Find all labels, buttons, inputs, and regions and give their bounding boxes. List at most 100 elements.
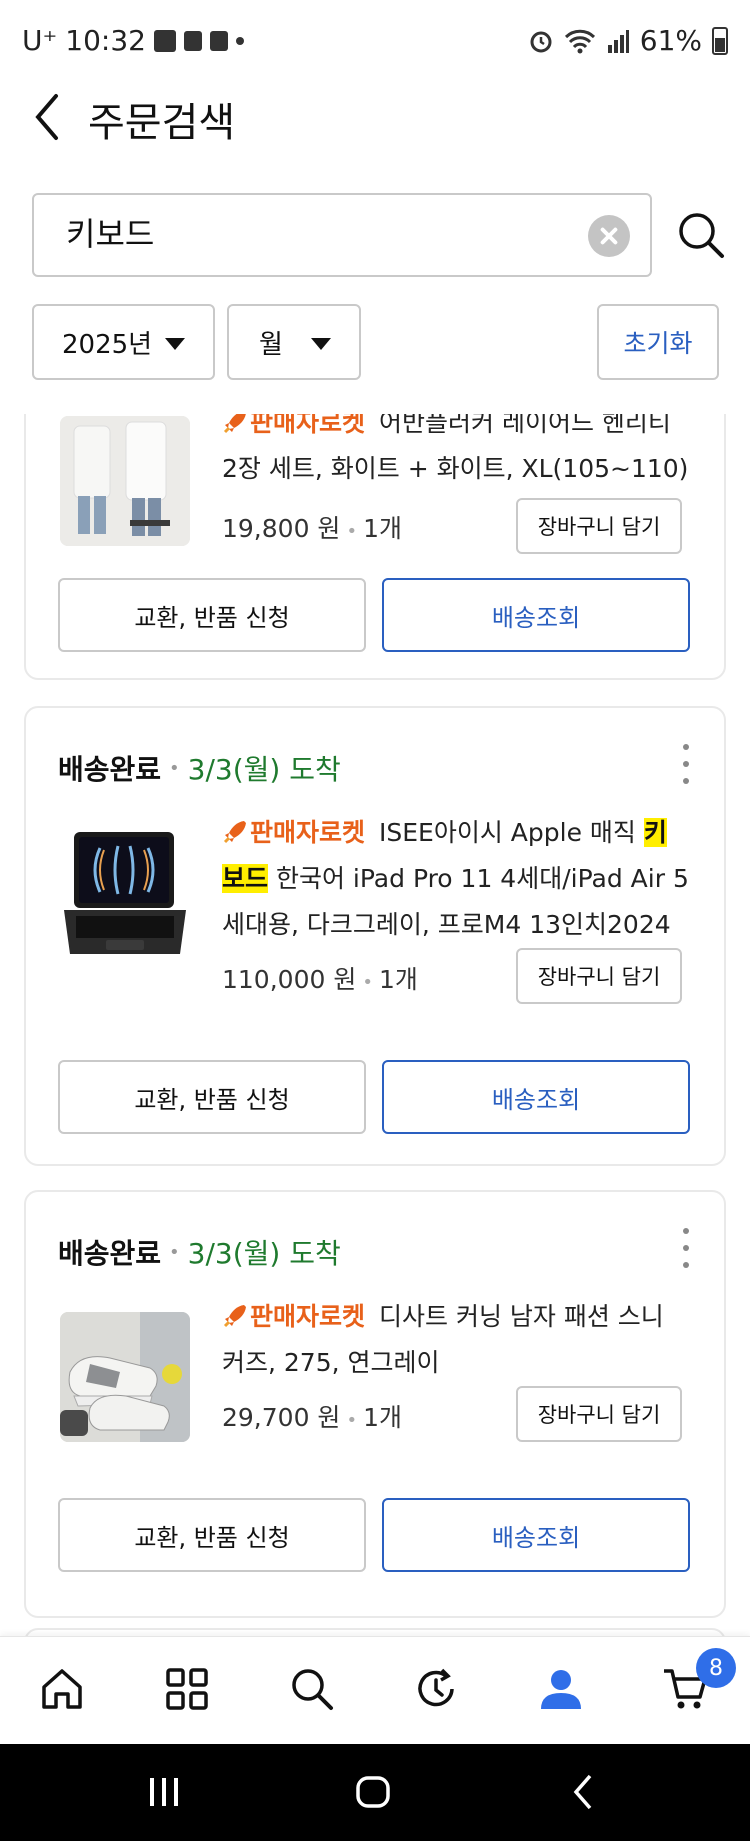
product-thumbnail[interactable] — [60, 1312, 190, 1442]
price-qty: 19,800 원 • 1개 — [222, 514, 402, 543]
quantity: 1개 — [363, 1403, 402, 1432]
track-delivery-button[interactable]: 배송조회 — [382, 1498, 690, 1572]
search-button[interactable] — [676, 210, 726, 260]
reset-button[interactable]: 초기화 — [597, 304, 719, 380]
add-to-cart-button[interactable]: 장바구니 담기 — [516, 1386, 682, 1442]
ipad-keyboard-product-image — [60, 828, 190, 958]
track-delivery-button[interactable]: 배송조회 — [382, 1060, 690, 1134]
price: 29,700 원 — [222, 1403, 341, 1432]
search-icon — [679, 213, 724, 258]
alarm-icon — [530, 31, 552, 52]
order-card — [24, 1628, 726, 1636]
back-button[interactable] — [30, 92, 70, 142]
delivery-status: 배송완료 • 3/3(월) 도착 — [58, 748, 341, 788]
home-icon — [42, 1669, 82, 1709]
arrival-date: 3/3(월) 도착 — [187, 753, 341, 786]
nav-home[interactable] — [32, 1659, 92, 1719]
home-button-icon[interactable] — [354, 1772, 394, 1812]
rocket-icon — [223, 821, 246, 844]
page-title: 주문검색 — [88, 100, 236, 146]
delivery-status: 배송완료 • 3/3(월) 도착 — [58, 1232, 341, 1272]
nav-recent[interactable] — [406, 1659, 466, 1719]
search-highlight: 보드 — [222, 864, 269, 893]
product-title-line1: 디사트 커닝 남자 패션 스니 — [379, 1302, 664, 1331]
product-thumbnail[interactable] — [60, 828, 190, 958]
arrival-date: 3/3(월) 도착 — [187, 1237, 341, 1270]
quantity: 1개 — [378, 965, 418, 994]
seller-rocket-badge: 판매자로켓 — [222, 414, 365, 437]
recent-icon — [418, 1668, 454, 1707]
product-title-line1: 어반플러커 레이어드 헨리티 — [379, 414, 671, 437]
stats-notification-icon-2 — [209, 30, 228, 51]
carrier-label: U⁺ — [22, 24, 58, 57]
bottom-navigation — [0, 1636, 750, 1744]
price-qty: 29,700 원 • 1개 — [222, 1403, 402, 1432]
my-account-icon — [541, 1670, 581, 1709]
search-field[interactable] — [32, 193, 652, 277]
exchange-return-button[interactable]: 교환, 반품 신청 — [58, 1498, 366, 1572]
price: 19,800 원 — [222, 514, 341, 543]
order-actions: 교환, 반품 신청 배송조회 — [58, 1498, 696, 1572]
wifi-icon — [564, 29, 595, 53]
system-navigation-bar — [0, 1744, 750, 1841]
more-options-icon[interactable] — [676, 1228, 696, 1268]
categories-icon — [166, 1668, 208, 1710]
chevron-left-icon — [35, 94, 58, 140]
month-dropdown[interactable]: 월 — [227, 304, 361, 380]
seller-rocket-badge: 판매자로켓 — [222, 818, 365, 847]
search-input[interactable] — [66, 213, 546, 251]
search-highlight: 키 — [643, 818, 667, 847]
cart-count-badge: 8 — [696, 1648, 736, 1688]
system-back-icon[interactable] — [568, 1772, 600, 1812]
battery-icon — [712, 26, 728, 55]
order-card: 판매자로켓 어반플러커 레이어드 헨리티 2장 세트, 화이트 + 화이트, XL… — [24, 414, 726, 680]
status-left: U⁺ 10:32 — [22, 24, 244, 57]
nav-categories[interactable] — [157, 1659, 217, 1719]
more-notifications-icon — [235, 36, 244, 45]
nav-search[interactable] — [282, 1659, 342, 1719]
order-list[interactable]: 판매자로켓 어반플러커 레이어드 헨리티 2장 세트, 화이트 + 화이트, XL… — [0, 414, 750, 1636]
product-title-line2: 한국어 iPad Pro 11 4세대/iPad Air 5 — [268, 864, 689, 893]
tshirt-product-image — [60, 416, 190, 546]
product-title-line3: 세대용, 다크그레이, 프로M4 13인치2024 — [222, 910, 671, 939]
year-value: 2025년 — [62, 329, 153, 360]
stats-notification-icon — [183, 30, 202, 51]
status-right: 61% — [528, 24, 728, 57]
nav-my-account[interactable] — [531, 1659, 591, 1719]
exchange-return-button[interactable]: 교환, 반품 신청 — [58, 578, 366, 652]
year-dropdown[interactable]: 2025년 — [32, 304, 215, 380]
status-label: 배송완료 — [58, 753, 162, 786]
status-label: 배송완료 — [58, 1237, 162, 1270]
product-thumbnail[interactable] — [60, 416, 190, 546]
quantity: 1개 — [363, 514, 402, 543]
seller-rocket-badge: 판매자로켓 — [222, 1302, 365, 1331]
search-icon — [292, 1669, 333, 1710]
price-qty: 110,000 원 • 1개 — [222, 965, 418, 994]
caret-down-icon — [311, 338, 331, 350]
rocket-icon — [223, 1305, 246, 1328]
order-actions: 교환, 반품 신청 배송조회 — [58, 1060, 696, 1134]
order-actions: 교환, 반품 신청 배송조회 — [58, 578, 696, 652]
product-title[interactable]: 판매자로켓 디사트 커닝 남자 패션 스니 커즈, 275, 연그레이 — [222, 1294, 702, 1386]
status-bar: U⁺ 10:32 61% — [0, 0, 750, 84]
caret-down-icon — [165, 338, 185, 350]
sneakers-product-image — [60, 1312, 190, 1442]
product-title-line2: 커즈, 275, 연그레이 — [222, 1348, 440, 1377]
product-title[interactable]: 판매자로켓 ISEE아이시 Apple 매직 키 보드 한국어 iPad Pro … — [222, 810, 702, 948]
add-to-cart-button[interactable]: 장바구니 담기 — [516, 948, 682, 1004]
rocket-icon — [223, 414, 246, 434]
gallery-notification-icon — [153, 29, 176, 52]
recent-apps-icon[interactable] — [146, 1774, 182, 1810]
add-to-cart-button[interactable]: 장바구니 담기 — [516, 498, 682, 554]
clock: 10:32 — [65, 24, 146, 57]
product-title[interactable]: 판매자로켓 어반플러커 레이어드 헨리티 2장 세트, 화이트 + 화이트, XL… — [222, 414, 702, 492]
product-title-prefix: ISEE아이시 Apple 매직 — [379, 818, 644, 847]
product-title-line2: 2장 세트, 화이트 + 화이트, XL(105~110) — [222, 454, 689, 483]
more-options-icon[interactable] — [676, 744, 696, 784]
exchange-return-button[interactable]: 교환, 반품 신청 — [58, 1060, 366, 1134]
track-delivery-button[interactable]: 배송조회 — [382, 578, 690, 652]
month-value: 월 — [259, 329, 283, 360]
clear-search-button[interactable] — [588, 215, 630, 257]
price: 110,000 원 — [222, 965, 357, 994]
order-card: 배송완료 • 3/3(월) 도착 판매자로켓 디사트 커닝 남자 패션 스니 커즈, … — [24, 1190, 726, 1618]
